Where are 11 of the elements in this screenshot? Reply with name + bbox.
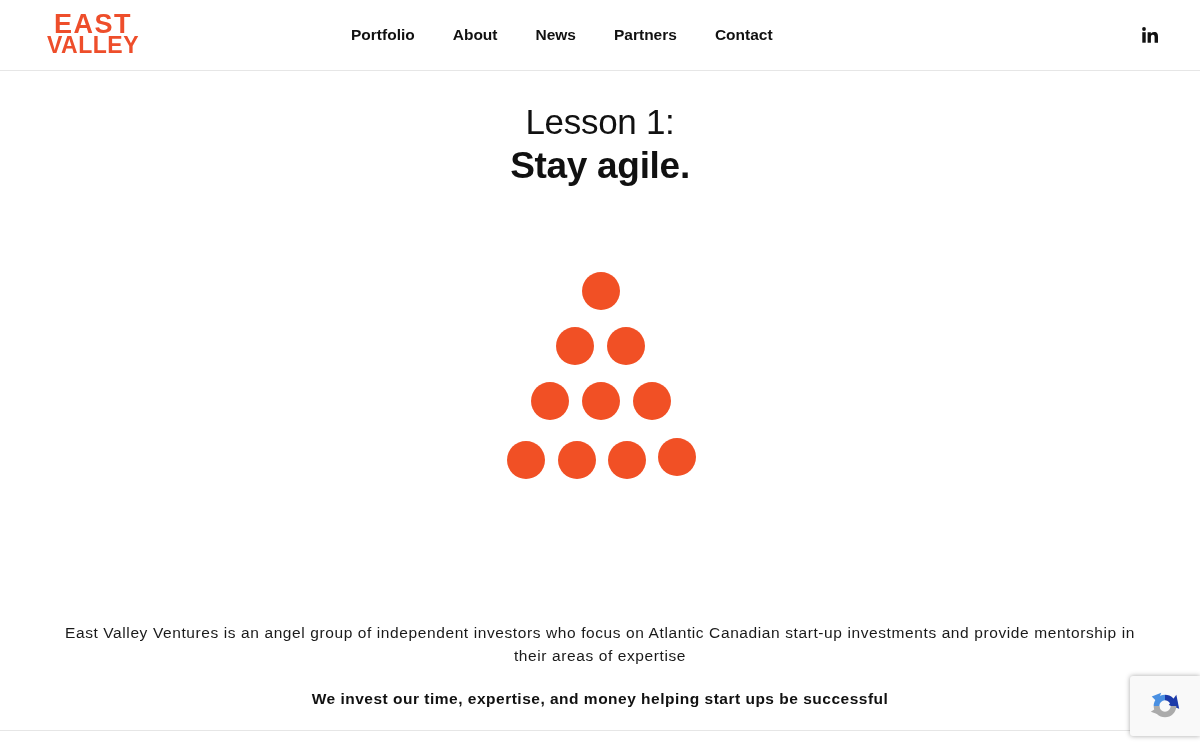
nav-link[interactable]: News <box>535 26 576 44</box>
nav-link[interactable]: Partners <box>614 26 677 44</box>
lesson-heading: Lesson 1: <box>524 101 676 143</box>
lesson-title: Stay agile. <box>509 144 691 188</box>
nav-link[interactable]: About <box>452 26 498 44</box>
nav-link[interactable]: Contact <box>714 26 773 44</box>
tagline: We invest our time, expertise, and money helping start ups be successful <box>310 689 890 709</box>
east-valley-logo[interactable]: EAST VALLEY <box>40 14 146 56</box>
nav-link[interactable]: Portfolio <box>351 26 415 44</box>
linkedin-icon[interactable] <box>1142 27 1158 43</box>
intro-paragraph: East Valley Ventures is an angel group of independent investors who focus on Atlantic Canadian start-up investments and provide mentorship in their areas of expertise <box>64 623 1136 666</box>
